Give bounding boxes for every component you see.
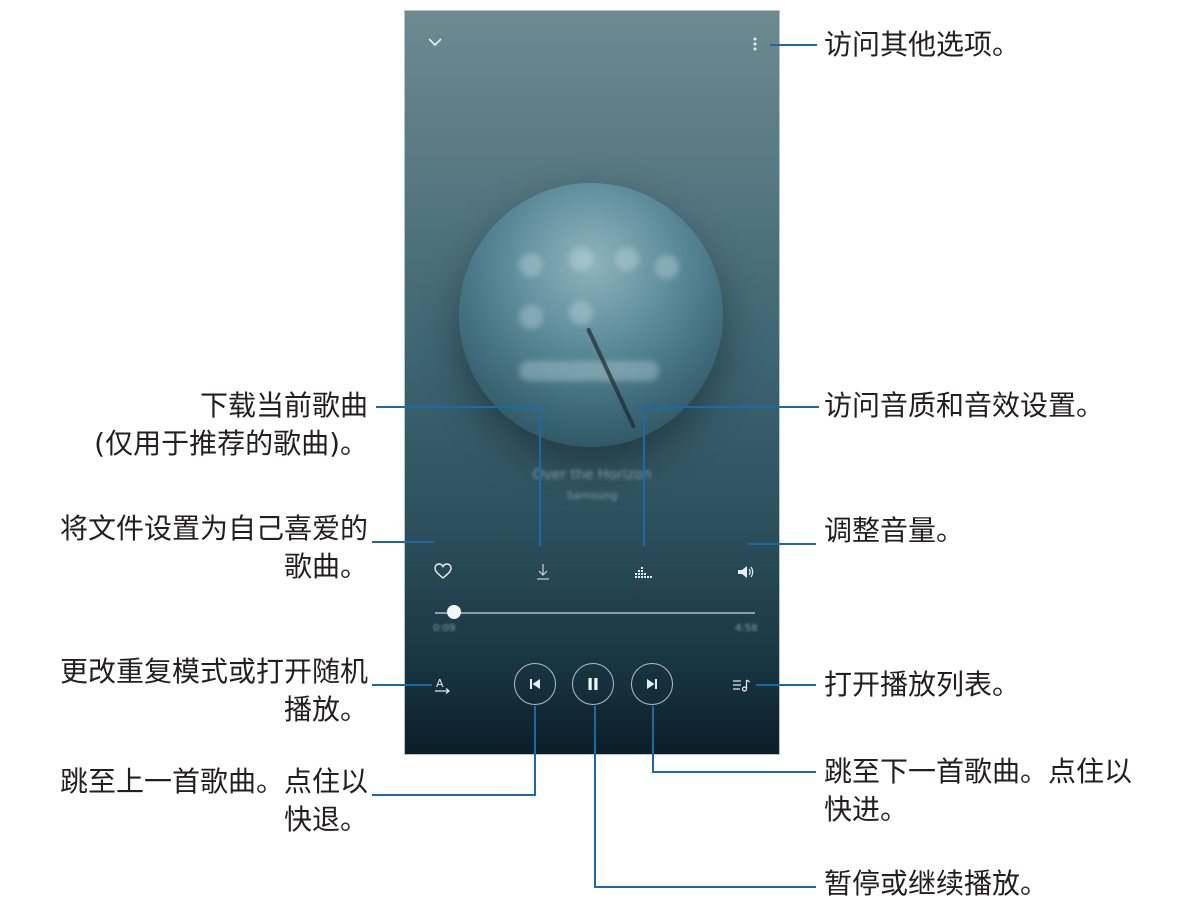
previous-button[interactable]: [514, 663, 556, 705]
callout-line-pause-v: [594, 706, 596, 888]
callout-more-options: 访问其他选项。: [824, 28, 1021, 61]
equalizer-icon[interactable]: [633, 561, 653, 583]
more-vertical-icon[interactable]: [750, 33, 760, 55]
callout-favorite-line2: 歌曲。: [283, 550, 368, 583]
callout-line-favorite: [372, 541, 434, 543]
playlist-icon[interactable]: [731, 675, 753, 695]
callout-download-line1: 下载当前歌曲: [199, 389, 368, 422]
skip-next-icon: [647, 679, 657, 689]
callout-sound-quality: 访问音质和音效设置。: [824, 389, 1105, 422]
pause-icon: [588, 678, 598, 690]
callout-line-more: [770, 44, 817, 46]
elapsed-time: 0:09: [433, 623, 456, 634]
svg-text:A: A: [436, 677, 444, 690]
progress-thumb[interactable]: [447, 605, 461, 619]
callout-line-next-v: [652, 706, 654, 773]
callout-line-next-h: [652, 771, 816, 773]
music-player-screen: Over the Horizon Samsung 0:09 4:58 A: [404, 10, 780, 755]
next-button[interactable]: [631, 663, 673, 705]
callout-previous-line1: 跳至上一首歌曲。点住以: [59, 765, 368, 798]
song-title: Over the Horizon: [532, 467, 652, 483]
callout-volume: 调整音量。: [824, 514, 965, 547]
callout-line-previous-h: [372, 794, 536, 796]
play-pause-button[interactable]: [572, 663, 614, 705]
total-time: 4:58: [735, 623, 758, 634]
callout-repeat-line1: 更改重复模式或打开随机: [59, 655, 368, 688]
callout-line-volume: [748, 543, 816, 545]
callout-line-repeat: [372, 684, 432, 686]
callout-line-quality-h: [643, 406, 819, 408]
callout-favorite-line1: 将文件设置为自己喜爱的: [59, 512, 368, 545]
callout-line-download-h: [376, 406, 540, 408]
callout-pause: 暂停或继续播放。: [824, 867, 1049, 900]
download-icon[interactable]: [533, 561, 553, 583]
callout-playlist: 打开播放列表。: [824, 668, 1021, 701]
chevron-down-icon[interactable]: [425, 35, 445, 51]
volume-icon[interactable]: [735, 562, 757, 582]
callout-line-playlist: [756, 684, 816, 686]
callout-line-quality-v: [643, 406, 645, 546]
progress-track[interactable]: [435, 612, 755, 614]
callout-line-pause-h: [594, 886, 816, 888]
callout-line-previous-v: [534, 706, 536, 796]
callout-next-line1: 跳至下一首歌曲。点住以: [824, 755, 1133, 788]
callout-download-line2: (仅用于推荐的歌曲)。: [94, 427, 368, 460]
artist-name: Samsung: [566, 489, 618, 502]
repeat-mode-icon[interactable]: A: [433, 675, 455, 695]
callout-previous-line2: 快退。: [283, 803, 368, 836]
skip-previous-icon: [530, 679, 540, 689]
callout-line-download-v: [539, 406, 541, 546]
callout-next-line2: 快进。: [824, 793, 909, 826]
heart-icon[interactable]: [433, 561, 453, 581]
callout-repeat-line2: 播放。: [283, 693, 368, 726]
